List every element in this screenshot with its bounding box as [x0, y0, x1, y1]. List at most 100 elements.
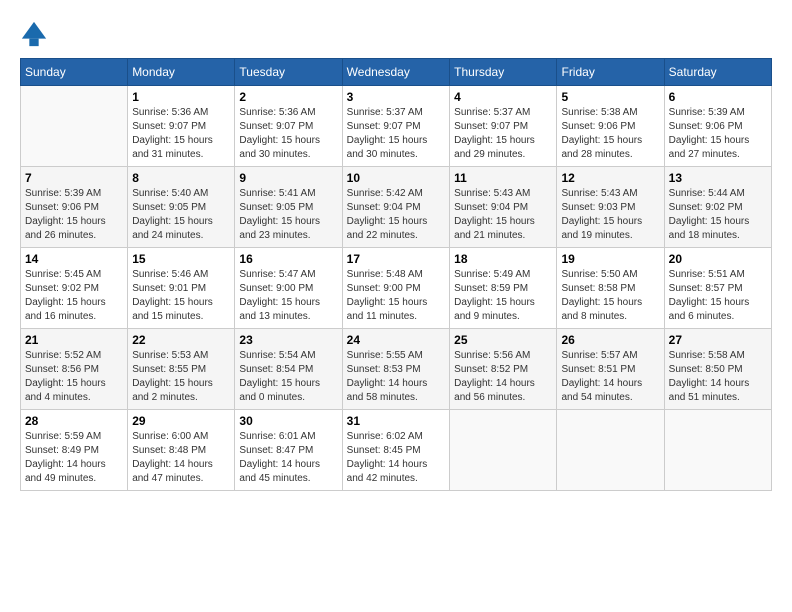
- day-header-monday: Monday: [128, 59, 235, 86]
- calendar-cell: 5Sunrise: 5:38 AM Sunset: 9:06 PM Daylig…: [557, 86, 664, 167]
- calendar-cell: 20 Sunrise: 5:51 AM Sunset: 8:57 PM Dayli…: [664, 248, 771, 329]
- day-info: Sunrise: 5:43 AM Sunset: 9:03 PM Dayligh…: [561, 187, 659, 243]
- day-number: 10: [347, 171, 446, 185]
- calendar-cell: 31 Sunrise: 6:02 AM Sunset: 8:45 PM Dayli…: [342, 410, 450, 491]
- calendar-cell: 19 Sunrise: 5:50 AM Sunset: 8:58 PM Dayli…: [557, 248, 664, 329]
- calendar-cell: 30 Sunrise: 6:01 AM Sunset: 8:47 PM Dayli…: [235, 410, 342, 491]
- day-info: Sunrise: 5:49 AM Sunset: 8:59 PM Dayligh…: [454, 268, 552, 324]
- week-row-1: 1 Sunrise: 5:36 AM Sunset: 9:07 PM Daylig…: [21, 86, 772, 167]
- day-header-friday: Friday: [557, 59, 664, 86]
- calendar-cell: 21 Sunrise: 5:52 AM Sunset: 8:56 PM Dayli…: [21, 329, 128, 410]
- calendar-cell: 22 Sunrise: 5:53 AM Sunset: 8:55 PM Dayli…: [128, 329, 235, 410]
- day-number: 31: [347, 414, 446, 428]
- calendar-cell: 12 Sunrise: 5:43 AM Sunset: 9:03 PM Dayli…: [557, 167, 664, 248]
- day-number: 17: [347, 252, 446, 266]
- week-row-5: 28 Sunrise: 5:59 AM Sunset: 8:49 PM Dayli…: [21, 410, 772, 491]
- day-number: 18: [454, 252, 552, 266]
- week-row-4: 21 Sunrise: 5:52 AM Sunset: 8:56 PM Dayli…: [21, 329, 772, 410]
- day-info: Sunrise: 5:48 AM Sunset: 9:00 PM Dayligh…: [347, 268, 446, 324]
- day-info: Sunrise: 5:38 AM Sunset: 9:06 PM Dayligh…: [561, 106, 659, 162]
- day-number: 8: [132, 171, 230, 185]
- day-number: 3: [347, 90, 446, 104]
- day-info: Sunrise: 6:00 AM Sunset: 8:48 PM Dayligh…: [132, 430, 230, 486]
- calendar-cell: 29Sunrise: 6:00 AM Sunset: 8:48 PM Dayli…: [128, 410, 235, 491]
- calendar-cell: 4 Sunrise: 5:37 AM Sunset: 9:07 PM Daylig…: [450, 86, 557, 167]
- day-info: Sunrise: 5:45 AM Sunset: 9:02 PM Dayligh…: [25, 268, 123, 324]
- day-info: Sunrise: 5:54 AM Sunset: 8:54 PM Dayligh…: [239, 349, 337, 405]
- page-header: [20, 20, 772, 48]
- calendar-cell: 8 Sunrise: 5:40 AM Sunset: 9:05 PM Daylig…: [128, 167, 235, 248]
- calendar-cell: 3 Sunrise: 5:37 AM Sunset: 9:07 PM Daylig…: [342, 86, 450, 167]
- calendar-cell: 28 Sunrise: 5:59 AM Sunset: 8:49 PM Dayli…: [21, 410, 128, 491]
- calendar-cell: 16Sunrise: 5:47 AM Sunset: 9:00 PM Dayli…: [235, 248, 342, 329]
- day-info: Sunrise: 5:41 AM Sunset: 9:05 PM Dayligh…: [239, 187, 337, 243]
- day-info: Sunrise: 5:53 AM Sunset: 8:55 PM Dayligh…: [132, 349, 230, 405]
- day-number: 1: [132, 90, 230, 104]
- calendar-cell: 10 Sunrise: 5:42 AM Sunset: 9:04 PM Dayli…: [342, 167, 450, 248]
- day-number: 7: [25, 171, 123, 185]
- day-header-saturday: Saturday: [664, 59, 771, 86]
- calendar-cell: 7 Sunrise: 5:39 AM Sunset: 9:06 PM Daylig…: [21, 167, 128, 248]
- calendar-cell: 15 Sunrise: 5:46 AM Sunset: 9:01 PM Dayli…: [128, 248, 235, 329]
- calendar-cell: 11Sunrise: 5:43 AM Sunset: 9:04 PM Dayli…: [450, 167, 557, 248]
- day-number: 26: [561, 333, 659, 347]
- calendar-cell: 9 Sunrise: 5:41 AM Sunset: 9:05 PM Daylig…: [235, 167, 342, 248]
- day-number: 9: [239, 171, 337, 185]
- header-row: SundayMondayTuesdayWednesdayThursdayFrid…: [21, 59, 772, 86]
- day-info: Sunrise: 5:36 AM Sunset: 9:07 PM Dayligh…: [132, 106, 230, 162]
- day-number: 24: [347, 333, 446, 347]
- day-info: Sunrise: 5:37 AM Sunset: 9:07 PM Dayligh…: [454, 106, 552, 162]
- day-info: Sunrise: 5:52 AM Sunset: 8:56 PM Dayligh…: [25, 349, 123, 405]
- day-info: Sunrise: 5:51 AM Sunset: 8:57 PM Dayligh…: [669, 268, 767, 324]
- day-number: 27: [669, 333, 767, 347]
- calendar-cell: 17 Sunrise: 5:48 AM Sunset: 9:00 PM Dayli…: [342, 248, 450, 329]
- day-info: Sunrise: 5:36 AM Sunset: 9:07 PM Dayligh…: [239, 106, 337, 162]
- day-number: 23: [239, 333, 337, 347]
- day-info: Sunrise: 5:50 AM Sunset: 8:58 PM Dayligh…: [561, 268, 659, 324]
- day-number: 15: [132, 252, 230, 266]
- calendar-cell: [557, 410, 664, 491]
- day-number: 22: [132, 333, 230, 347]
- day-info: Sunrise: 5:43 AM Sunset: 9:04 PM Dayligh…: [454, 187, 552, 243]
- day-info: Sunrise: 5:57 AM Sunset: 8:51 PM Dayligh…: [561, 349, 659, 405]
- day-info: Sunrise: 5:40 AM Sunset: 9:05 PM Dayligh…: [132, 187, 230, 243]
- calendar-cell: 27 Sunrise: 5:58 AM Sunset: 8:50 PM Dayli…: [664, 329, 771, 410]
- day-info: Sunrise: 5:42 AM Sunset: 9:04 PM Dayligh…: [347, 187, 446, 243]
- calendar-cell: 24 Sunrise: 5:55 AM Sunset: 8:53 PM Dayli…: [342, 329, 450, 410]
- day-header-sunday: Sunday: [21, 59, 128, 86]
- calendar-cell: 6 Sunrise: 5:39 AM Sunset: 9:06 PM Daylig…: [664, 86, 771, 167]
- day-number: 30: [239, 414, 337, 428]
- day-info: Sunrise: 5:37 AM Sunset: 9:07 PM Dayligh…: [347, 106, 446, 162]
- day-number: 25: [454, 333, 552, 347]
- calendar-cell: 1 Sunrise: 5:36 AM Sunset: 9:07 PM Daylig…: [128, 86, 235, 167]
- day-number: 14: [25, 252, 123, 266]
- day-number: 12: [561, 171, 659, 185]
- day-number: 28: [25, 414, 123, 428]
- calendar-cell: [450, 410, 557, 491]
- day-info: Sunrise: 5:39 AM Sunset: 9:06 PM Dayligh…: [25, 187, 123, 243]
- day-info: Sunrise: 6:02 AM Sunset: 8:45 PM Dayligh…: [347, 430, 446, 486]
- day-header-wednesday: Wednesday: [342, 59, 450, 86]
- day-number: 4: [454, 90, 552, 104]
- day-info: Sunrise: 5:44 AM Sunset: 9:02 PM Dayligh…: [669, 187, 767, 243]
- calendar-table: SundayMondayTuesdayWednesdayThursdayFrid…: [20, 58, 772, 491]
- day-number: 6: [669, 90, 767, 104]
- day-number: 21: [25, 333, 123, 347]
- calendar-cell: 23 Sunrise: 5:54 AM Sunset: 8:54 PM Dayli…: [235, 329, 342, 410]
- day-info: Sunrise: 5:59 AM Sunset: 8:49 PM Dayligh…: [25, 430, 123, 486]
- day-info: Sunrise: 5:58 AM Sunset: 8:50 PM Dayligh…: [669, 349, 767, 405]
- day-info: Sunrise: 5:39 AM Sunset: 9:06 PM Dayligh…: [669, 106, 767, 162]
- day-info: Sunrise: 5:55 AM Sunset: 8:53 PM Dayligh…: [347, 349, 446, 405]
- day-header-thursday: Thursday: [450, 59, 557, 86]
- calendar-cell: [664, 410, 771, 491]
- day-number: 16: [239, 252, 337, 266]
- logo: [20, 20, 52, 48]
- day-info: Sunrise: 6:01 AM Sunset: 8:47 PM Dayligh…: [239, 430, 337, 486]
- day-number: 13: [669, 171, 767, 185]
- day-number: 19: [561, 252, 659, 266]
- day-number: 20: [669, 252, 767, 266]
- calendar-cell: 2Sunrise: 5:36 AM Sunset: 9:07 PM Daylig…: [235, 86, 342, 167]
- day-info: Sunrise: 5:46 AM Sunset: 9:01 PM Dayligh…: [132, 268, 230, 324]
- calendar-cell: 26 Sunrise: 5:57 AM Sunset: 8:51 PM Dayli…: [557, 329, 664, 410]
- calendar-cell: [21, 86, 128, 167]
